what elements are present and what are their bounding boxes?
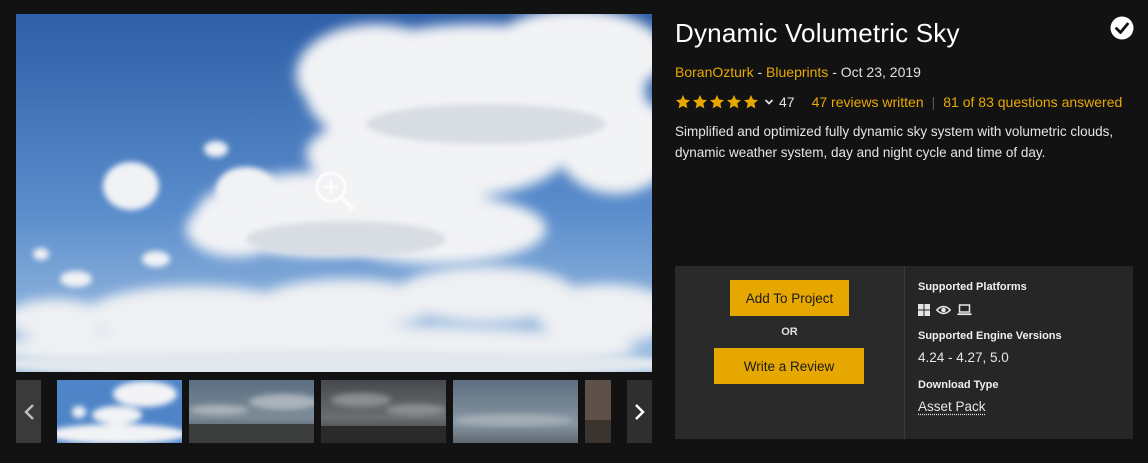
star-icon — [727, 95, 741, 109]
chevron-down-icon[interactable] — [764, 98, 774, 106]
product-title: Dynamic Volumetric Sky — [675, 18, 960, 48]
byline-separator: - — [757, 64, 763, 80]
write-review-button[interactable]: Write a Review — [714, 348, 864, 384]
star-icon — [744, 95, 758, 109]
download-type-label: Download Type — [918, 379, 999, 391]
thumbnail-list — [57, 380, 611, 443]
download-type-value[interactable]: Asset Pack — [918, 399, 986, 414]
main-image[interactable] — [16, 14, 652, 372]
gallery-next-button[interactable] — [627, 380, 652, 443]
panel-divider — [904, 266, 905, 439]
thumbnail-4[interactable] — [453, 380, 578, 443]
purchase-panel: Add To Project OR Write a Review Support… — [675, 266, 1133, 439]
eye-icon — [936, 305, 951, 315]
reviews-link[interactable]: 47 reviews written — [812, 94, 924, 110]
rating-count: 47 — [779, 94, 795, 110]
star-rating[interactable] — [675, 94, 760, 110]
star-icon — [676, 95, 690, 109]
gallery-prev-button[interactable] — [16, 380, 41, 443]
engine-versions-value: 4.24 - 4.27, 5.0 — [918, 350, 1009, 365]
star-icon — [710, 95, 724, 109]
rating-separator: | — [931, 94, 936, 110]
chevron-left-icon — [23, 403, 34, 420]
thumbnail-1[interactable] — [57, 380, 182, 443]
release-date: Oct 23, 2019 — [840, 64, 921, 80]
thumbnail-2[interactable] — [189, 380, 314, 443]
questions-link[interactable]: 81 of 83 questions answered — [943, 94, 1122, 110]
add-to-project-button[interactable]: Add To Project — [730, 280, 849, 316]
thumbnail-3[interactable] — [321, 380, 446, 443]
date-separator: - — [832, 64, 837, 80]
thumbnail-strip — [16, 380, 652, 443]
seller-link[interactable]: BoranOzturk — [675, 64, 754, 80]
or-label: OR — [781, 326, 798, 338]
windows-icon — [918, 304, 930, 316]
product-description: Simplified and optimized fully dynamic s… — [675, 124, 1114, 160]
purchase-actions: Add To Project OR Write a Review — [675, 266, 904, 439]
platform-icons — [918, 304, 978, 316]
category-link[interactable]: Blueprints — [766, 64, 828, 80]
magnifier-plus-icon[interactable] — [312, 168, 358, 214]
thumbnail-5[interactable] — [585, 380, 611, 443]
laptop-icon — [957, 304, 972, 316]
check-circle-icon — [1110, 16, 1134, 40]
supported-platforms-label: Supported Platforms — [918, 281, 1027, 293]
chevron-right-icon — [634, 403, 645, 420]
byline: BoranOzturk - Blueprints - Oct 23, 2019 — [675, 64, 921, 80]
star-icon — [693, 95, 707, 109]
engine-versions-label: Supported Engine Versions — [918, 330, 1062, 342]
rating-row: 47 47 reviews written | 81 of 83 questio… — [675, 92, 1122, 112]
